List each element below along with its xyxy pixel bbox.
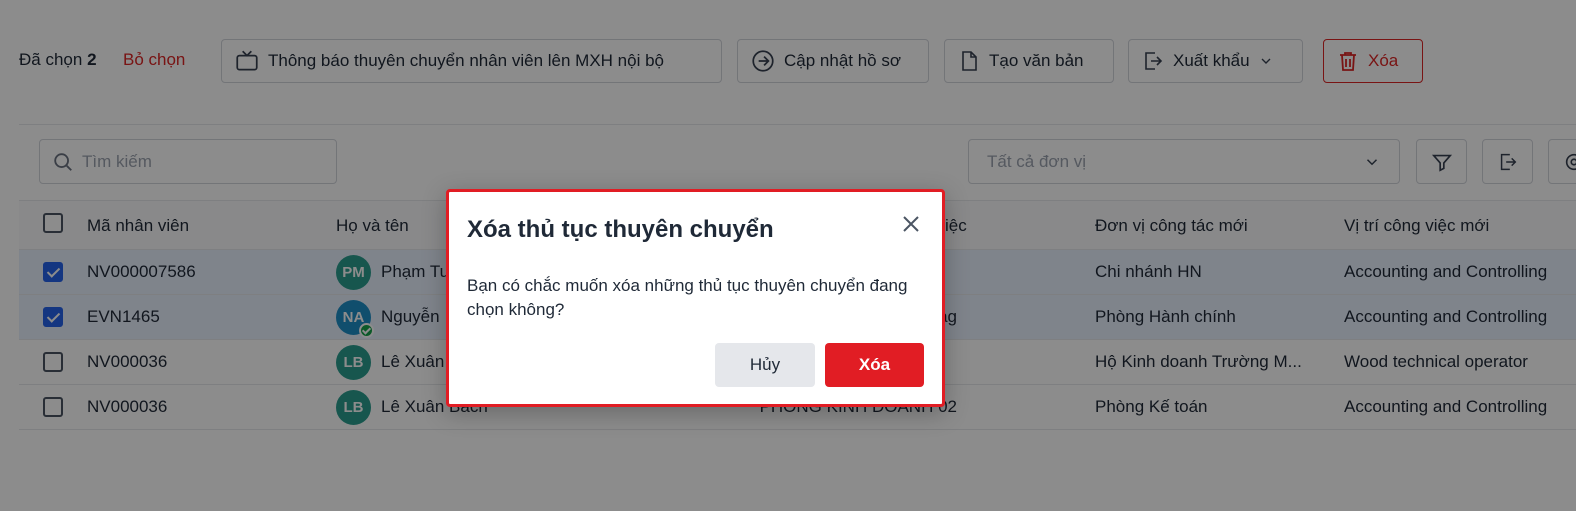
dialog-message: Bạn có chắc muốn xóa những thủ tục thuyê… <box>467 276 908 319</box>
dialog-title: Xóa thủ tục thuyên chuyển <box>467 216 774 243</box>
cancel-button[interactable]: Hủy <box>715 343 815 387</box>
delete-transfer-dialog: Xóa thủ tục thuyên chuyển Bạn có chắc mu… <box>446 189 945 407</box>
close-icon[interactable] <box>899 212 923 236</box>
confirm-delete-button[interactable]: Xóa <box>825 343 924 387</box>
